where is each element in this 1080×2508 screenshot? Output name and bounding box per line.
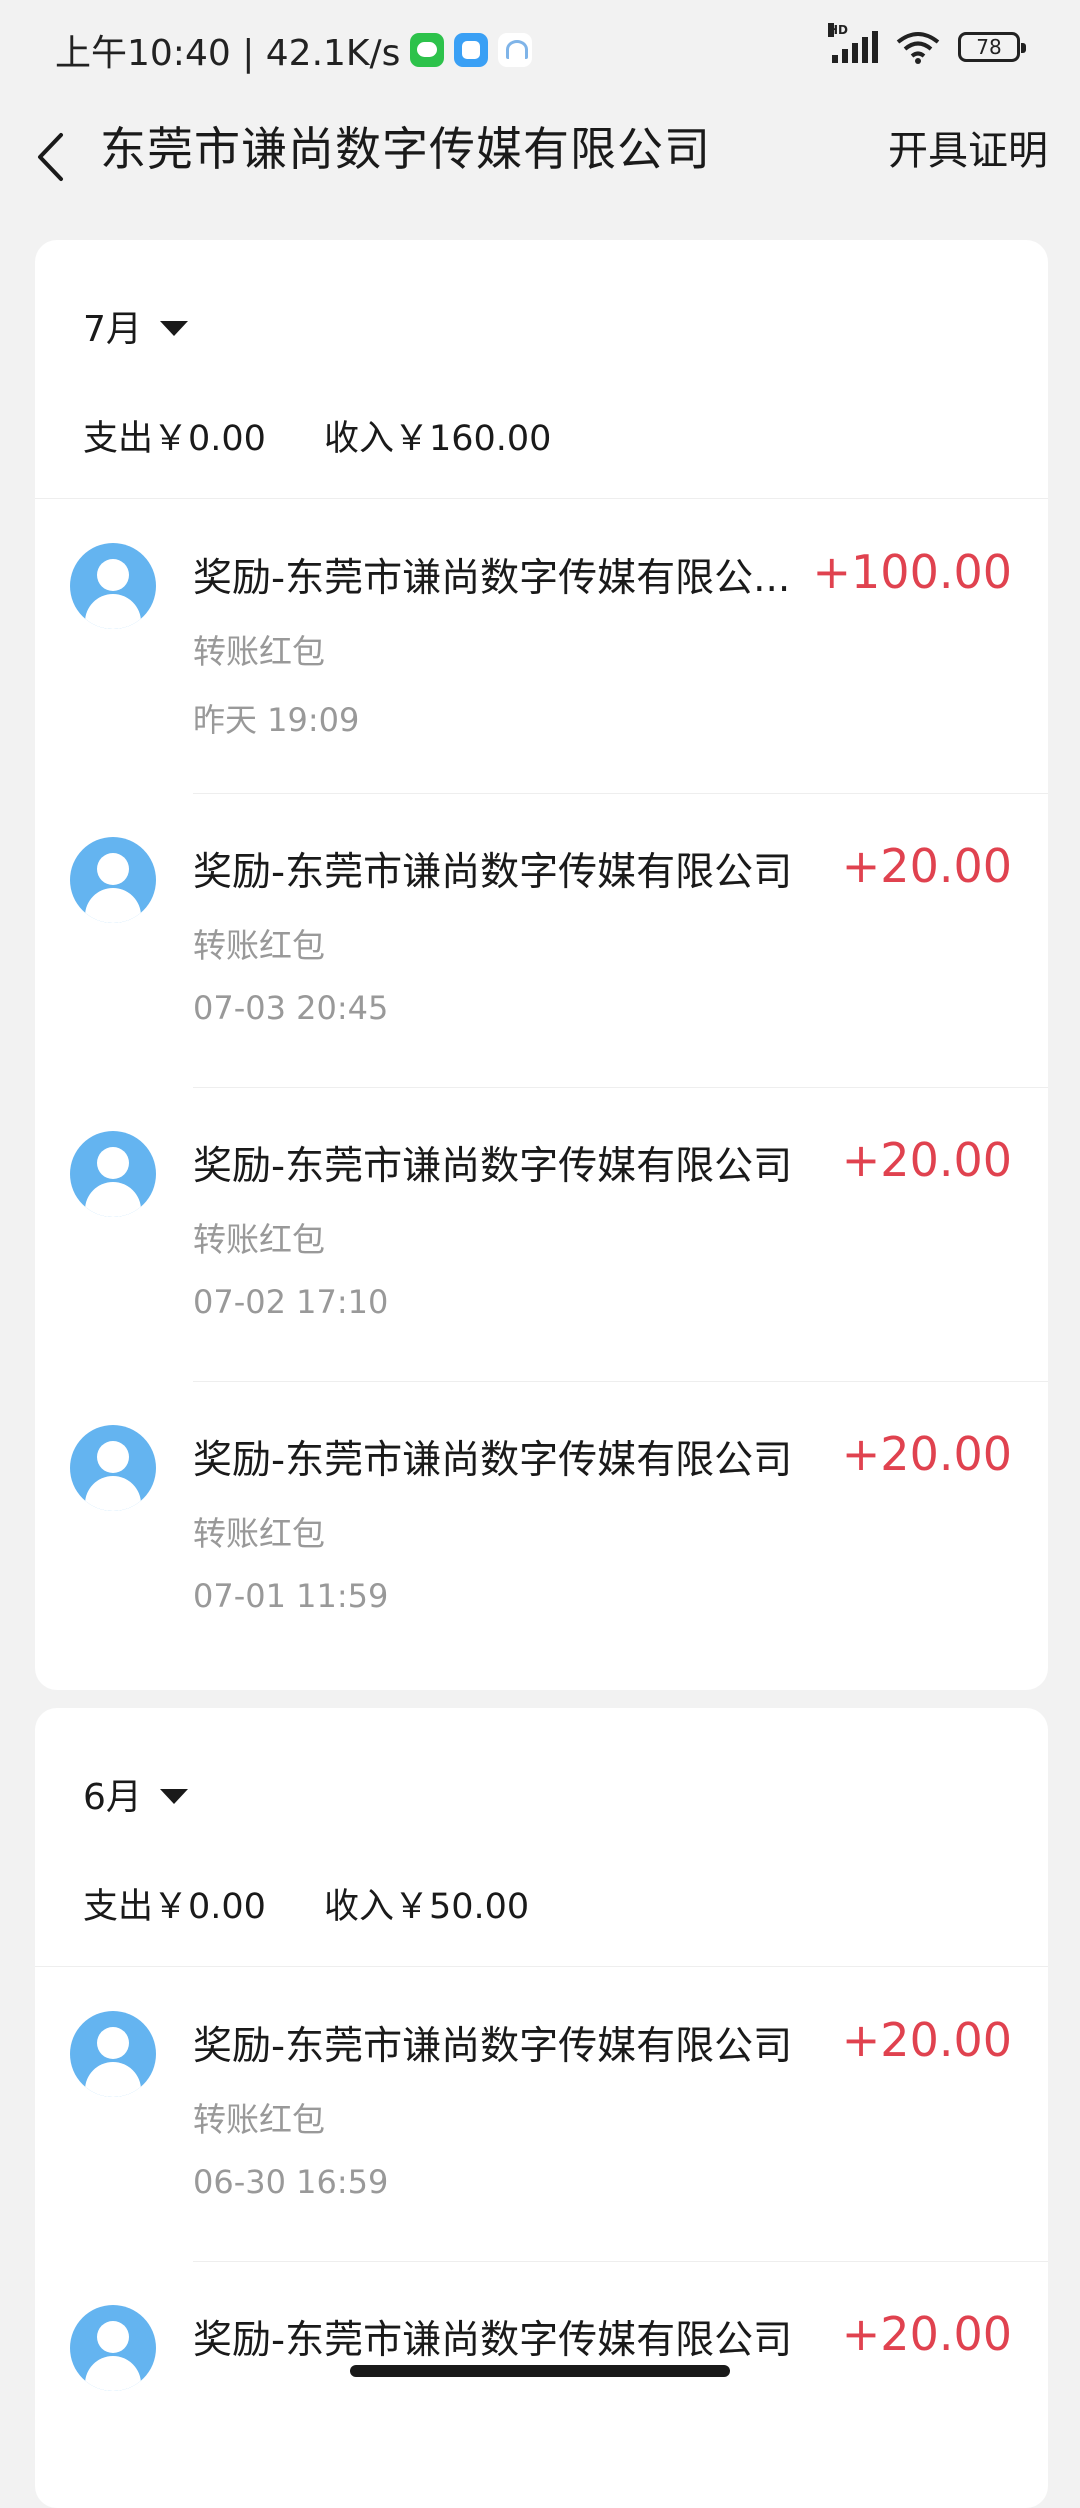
caret-down-icon: [159, 320, 188, 336]
transaction-row[interactable]: 奖励-东莞市谦尚数字传媒有限公司 转账红包 07-02 17:10 +20.00: [35, 1087, 1048, 1381]
status-bar: 上午10:40 | 42.1K/s HD 78: [0, 0, 1080, 96]
transaction-time: 07-01 11:59: [193, 1577, 389, 1615]
caret-down-icon: [159, 1788, 188, 1804]
month-selector[interactable]: 6月: [83, 1768, 188, 1820]
avatar-icon: [70, 1425, 156, 1511]
transaction-amount: +20.00: [841, 839, 1012, 893]
transaction-amount: +20.00: [841, 1427, 1012, 1481]
transaction-title: 奖励-东莞市谦尚数字传媒有限公司: [193, 2024, 793, 2069]
month-card-july: 7月 支出￥0.00 收入￥160.00 奖励-东莞市谦尚数字传媒有限公... …: [35, 240, 1048, 1690]
expense-total: 支出￥0.00: [83, 1887, 266, 1927]
month-summary: 支出￥0.00 收入￥160.00: [83, 410, 551, 461]
home-indicator[interactable]: [350, 2365, 730, 2377]
back-button[interactable]: [25, 112, 85, 202]
header: 东莞市谦尚数字传媒有限公司 开具证明: [0, 96, 1080, 246]
transaction-title: 奖励-东莞市谦尚数字传媒有限公司: [193, 850, 793, 895]
page-title: 东莞市谦尚数字传媒有限公司: [100, 122, 711, 176]
transaction-title: 奖励-东莞市谦尚数字传媒有限公司: [193, 1144, 793, 1189]
status-right: HD 78: [828, 23, 1026, 64]
expense-total: 支出￥0.00: [83, 419, 266, 459]
income-total: 收入￥50.00: [323, 1887, 530, 1927]
avatar-icon: [70, 2305, 156, 2391]
avatar-icon: [70, 543, 156, 629]
signal-icon: HD: [828, 23, 878, 63]
battery-level: 78: [976, 35, 1002, 59]
wechat-icon: [410, 33, 445, 67]
transaction-type: 转账红包: [193, 632, 325, 671]
transaction-row[interactable]: 奖励-东莞市谦尚数字传媒有限公司 转账红包 07-03 20:45 +20.00: [35, 793, 1048, 1087]
transaction-row[interactable]: 奖励-东莞市谦尚数字传媒有限公司 +20.00: [35, 2261, 1048, 2508]
transaction-amount: +20.00: [841, 1133, 1012, 1187]
month-selector[interactable]: 7月: [83, 300, 188, 352]
transaction-time: 07-03 20:45: [193, 989, 389, 1027]
avatar-icon: [70, 837, 156, 923]
transaction-title: 奖励-东莞市谦尚数字传媒有限公...: [193, 556, 791, 601]
transaction-time: 昨天 19:09: [193, 701, 360, 739]
avatar-icon: [70, 1131, 156, 1217]
battery-icon: 78: [958, 32, 1026, 62]
transaction-row[interactable]: 奖励-东莞市谦尚数字传媒有限公司 转账红包 06-30 16:59 +20.00: [35, 1967, 1048, 2261]
signal-hd-label: HD: [828, 23, 849, 37]
transaction-type: 转账红包: [193, 2100, 325, 2139]
transaction-amount: +100.00: [812, 545, 1013, 599]
status-left: 上午10:40 | 42.1K/s: [55, 24, 533, 76]
month-label: 6月: [83, 1777, 142, 1818]
back-arrow-icon: [38, 133, 63, 181]
month-label: 7月: [83, 309, 142, 350]
transaction-amount: +20.00: [841, 2307, 1012, 2361]
wifi-icon: [896, 30, 940, 64]
transaction-time: 06-30 16:59: [193, 2163, 389, 2201]
status-time-speed: 上午10:40 | 42.1K/s: [55, 33, 401, 74]
month-card-june: 6月 支出￥0.00 收入￥50.00 奖励-东莞市谦尚数字传媒有限公司 转账红…: [35, 1708, 1048, 2508]
transaction-row[interactable]: 奖励-东莞市谦尚数字传媒有限公... 转账红包 昨天 19:09 +100.00: [35, 499, 1048, 793]
issue-certificate-button[interactable]: 开具证明: [888, 118, 1048, 176]
month-summary: 支出￥0.00 收入￥50.00: [83, 1878, 529, 1929]
transaction-type: 转账红包: [193, 1514, 325, 1553]
transaction-row[interactable]: 奖励-东莞市谦尚数字传媒有限公司 转账红包 07-01 11:59 +20.00: [35, 1381, 1048, 1675]
transaction-list: 奖励-东莞市谦尚数字传媒有限公... 转账红包 昨天 19:09 +100.00…: [35, 499, 1048, 1675]
transaction-amount: +20.00: [841, 2013, 1012, 2067]
income-total: 收入￥160.00: [323, 419, 552, 459]
transaction-type: 转账红包: [193, 1220, 325, 1259]
transaction-title: 奖励-东莞市谦尚数字传媒有限公司: [193, 2318, 793, 2363]
cloud-app-icon: [498, 33, 533, 67]
app-square-icon: [454, 33, 489, 67]
avatar-icon: [70, 2011, 156, 2097]
transaction-list: 奖励-东莞市谦尚数字传媒有限公司 转账红包 06-30 16:59 +20.00…: [35, 1967, 1048, 2508]
transaction-title: 奖励-东莞市谦尚数字传媒有限公司: [193, 1438, 793, 1483]
transaction-type: 转账红包: [193, 926, 325, 965]
transaction-time: 07-02 17:10: [193, 1283, 389, 1321]
